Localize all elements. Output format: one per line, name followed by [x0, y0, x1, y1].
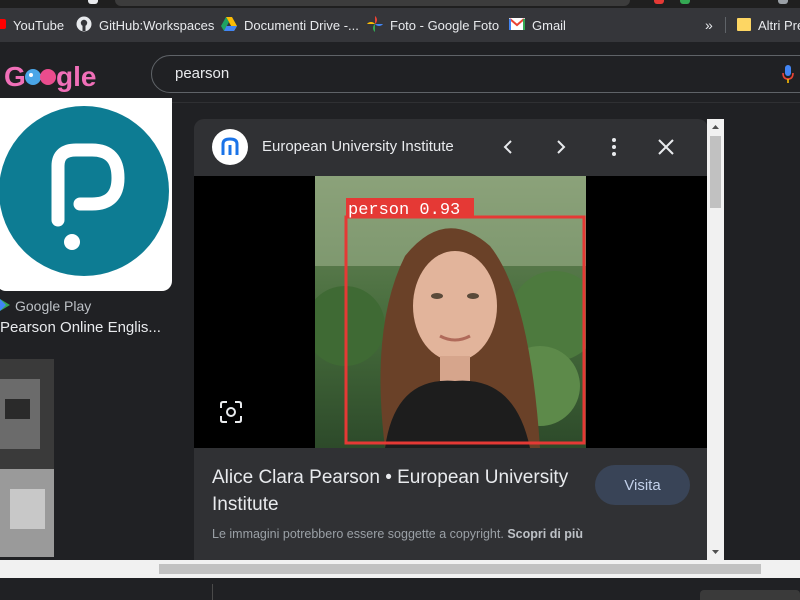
active-tab[interactable] — [115, 0, 630, 6]
chevron-left-icon — [503, 140, 512, 154]
github-icon — [76, 16, 92, 35]
svg-text:gle: gle — [56, 61, 96, 92]
horizontal-scroll-thumb[interactable] — [159, 564, 761, 574]
lens-icon — [220, 401, 242, 423]
scroll-down-icon[interactable] — [707, 546, 724, 558]
close-panel-button[interactable] — [654, 135, 678, 159]
bookmarks-divider — [725, 17, 726, 33]
google-header: G gle pearson — [0, 42, 800, 103]
bookmark-label: Documenti Drive -... — [244, 17, 359, 33]
previous-image-button[interactable] — [496, 135, 520, 159]
detection-label: person 0.93 — [348, 201, 460, 220]
image-preview-panel: European University Institute person 0.9… — [194, 119, 708, 562]
more-bookmarks-icon: » — [705, 17, 713, 33]
more-options-button[interactable] — [602, 135, 626, 159]
folder-icon — [737, 17, 751, 34]
profile-icon[interactable] — [778, 0, 788, 4]
google-lens-button[interactable] — [219, 400, 243, 424]
google-photos-icon — [367, 15, 383, 35]
site-name[interactable]: European University Institute — [262, 138, 454, 155]
visit-button[interactable]: Visita — [595, 465, 690, 505]
bookmark-label: Altri Pre — [758, 17, 800, 33]
vertical-scrollbar[interactable] — [707, 119, 724, 560]
microphone-icon[interactable] — [782, 65, 794, 88]
gmail-icon — [509, 17, 525, 33]
taskbar-divider — [212, 584, 213, 600]
more-bookmarks-button[interactable]: » — [705, 16, 713, 34]
image-title[interactable]: Alice Clara Pearson • European Universit… — [212, 464, 582, 518]
copyright-notice: Le immagini potrebbero essere soggette a… — [212, 527, 583, 541]
tab-icon[interactable] — [88, 0, 98, 4]
extension-icon[interactable] — [680, 0, 690, 4]
bookmark-photos[interactable]: Foto - Google Foto — [367, 15, 500, 35]
learn-more-link[interactable]: Scopri di più — [507, 527, 583, 541]
bookmark-gmail[interactable]: Gmail — [509, 16, 566, 34]
youtube-icon — [0, 18, 6, 33]
eui-logo-icon — [221, 137, 239, 155]
bookmark-label: YouTube — [13, 17, 65, 33]
result-thumbnail[interactable] — [0, 98, 172, 291]
google-play-icon — [0, 298, 10, 314]
more-vert-icon — [612, 138, 616, 156]
bookmark-label: Foto - Google Foto — [390, 17, 500, 33]
pearson-logo-icon — [0, 106, 169, 276]
result-source-label: Google Play — [15, 298, 92, 314]
site-favicon[interactable] — [212, 129, 248, 165]
bookmark-label: Gmail — [532, 17, 566, 33]
scroll-up-icon[interactable] — [707, 121, 724, 133]
bookmark-label: GitHub:Workspaces — [99, 17, 215, 33]
result-source[interactable]: Google Play — [0, 298, 91, 314]
panel-header: European University Institute — [194, 119, 708, 176]
bookmark-folder-altri[interactable]: Altri Pre — [737, 16, 800, 34]
search-box[interactable]: pearson — [151, 55, 800, 93]
copyright-text: Le immagini potrebbero essere soggette a… — [212, 527, 504, 541]
bookmark-youtube[interactable]: YouTube — [0, 16, 64, 34]
image-viewer: person 0.93 — [194, 176, 708, 448]
next-image-button[interactable] — [549, 135, 573, 159]
bookmark-github[interactable]: GitHub:Workspaces — [76, 16, 214, 34]
notification-badge-icon[interactable] — [654, 0, 664, 4]
horizontal-scrollbar[interactable] — [0, 560, 800, 578]
vertical-scroll-thumb[interactable] — [710, 136, 721, 208]
result-title[interactable]: Pearson Online Englis... — [0, 319, 161, 336]
bookmark-drive[interactable]: Documenti Drive -... — [221, 16, 359, 34]
result-thumbnail-photo[interactable] — [0, 359, 54, 557]
close-icon — [658, 139, 674, 155]
google-doodle-logo[interactable]: G gle — [4, 60, 104, 97]
bookmarks-bar: YouTube GitHub:Workspaces Documenti Driv… — [0, 8, 800, 42]
preview-image[interactable]: person 0.93 — [315, 176, 586, 448]
taskbar-item[interactable] — [700, 590, 800, 600]
tab-strip — [0, 0, 800, 8]
taskbar — [0, 578, 800, 600]
search-input[interactable]: pearson — [175, 65, 229, 82]
svg-text:G: G — [4, 61, 26, 92]
google-drive-icon — [221, 16, 237, 34]
chevron-right-icon — [557, 140, 566, 154]
